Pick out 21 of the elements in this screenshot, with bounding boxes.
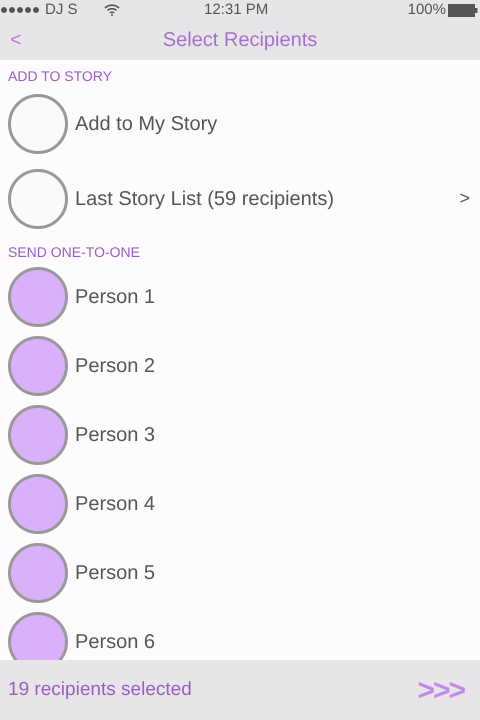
wifi-icon bbox=[104, 4, 120, 16]
recipient-name: Person 3 bbox=[75, 422, 156, 448]
battery-icon bbox=[448, 4, 478, 16]
signal-icon bbox=[1, 7, 39, 13]
section-header: ADD TO STORY bbox=[7, 67, 113, 86]
recipient-name: Person 6 bbox=[75, 630, 156, 654]
recipient-name: Add to My Story bbox=[75, 112, 218, 136]
recipient-name: Last Story List (59 recipients) bbox=[75, 186, 334, 212]
recipient-name: Person 4 bbox=[75, 492, 156, 516]
chevron[interactable]: > bbox=[459, 185, 470, 212]
screen-title: Select Recipients bbox=[162, 28, 318, 53]
section-header: SEND ONE-TO-ONE bbox=[7, 243, 141, 262]
recipient-name: Person 2 bbox=[75, 354, 156, 378]
recipient-name: Person 1 bbox=[75, 284, 156, 310]
next-button[interactable]: >>> bbox=[417, 668, 464, 712]
battery-percent: 100% bbox=[408, 0, 446, 20]
back-button[interactable]: < bbox=[10, 25, 22, 55]
selection-summary: 19 recipients selected bbox=[8, 678, 192, 702]
recipient-name: Person 5 bbox=[75, 560, 156, 586]
clock-time: 12:31 PM bbox=[204, 0, 268, 20]
carrier-name: DJ S bbox=[45, 0, 78, 20]
